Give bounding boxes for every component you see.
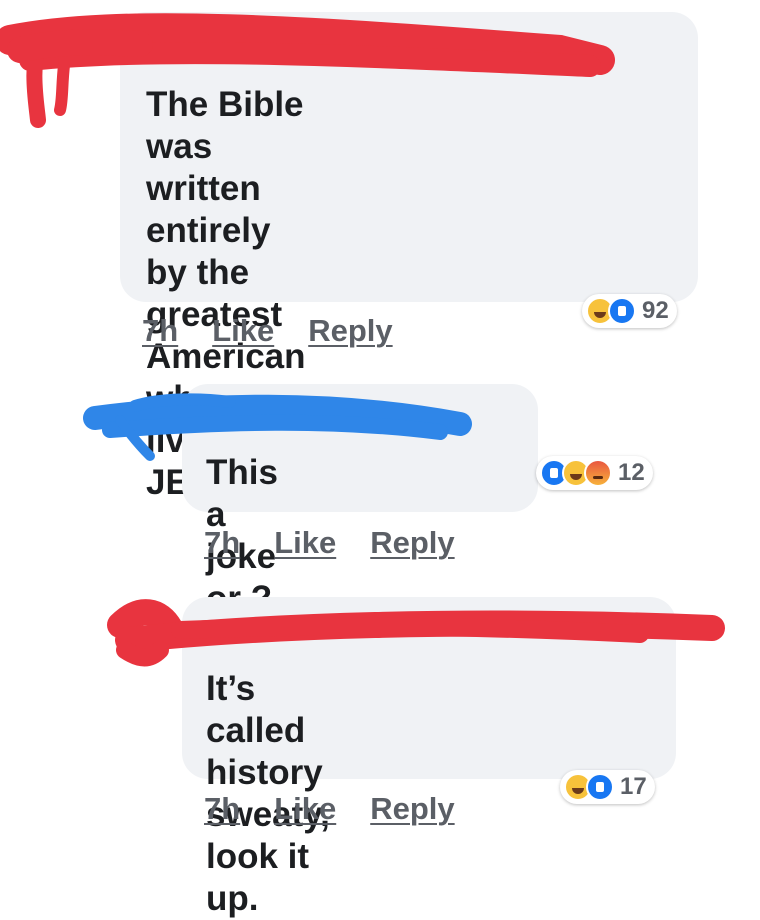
redaction-scribble-red-2-strokes — [107, 599, 725, 667]
redaction-scribble-red-2 — [107, 599, 725, 667]
